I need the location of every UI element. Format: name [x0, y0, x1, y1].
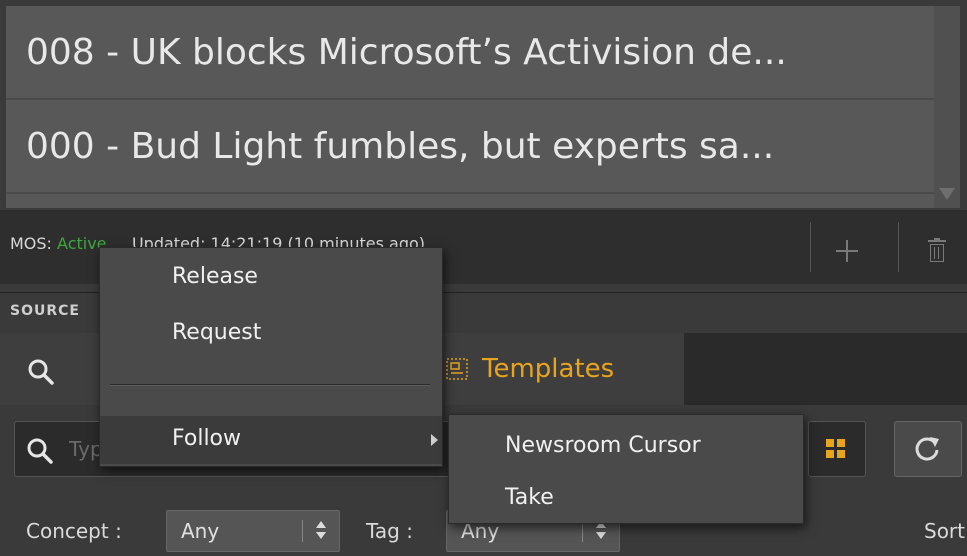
divider	[810, 222, 811, 272]
menu-item-label: Follow	[172, 426, 242, 451]
refresh-icon	[915, 437, 939, 461]
add-icon[interactable]	[836, 240, 858, 262]
grid-view-button[interactable]	[808, 421, 866, 477]
submenu-item-take[interactable]: Take	[449, 475, 803, 523]
refresh-button[interactable]	[894, 421, 962, 477]
templates-icon	[446, 358, 468, 380]
menu-separator	[110, 384, 430, 386]
tag-label: Tag :	[366, 519, 413, 543]
menu-item-label: Release	[172, 264, 258, 289]
grid-icon	[826, 439, 846, 459]
menu-item-request[interactable]: Request	[100, 310, 442, 358]
mos-label: MOS:	[10, 234, 58, 253]
story-list: 008 - UK blocks Microsoft’s Activision d…	[6, 6, 934, 208]
story-row[interactable]: 008 - UK blocks Microsoft’s Activision d…	[6, 6, 934, 100]
trash-icon[interactable]	[928, 238, 946, 262]
context-menu: Release Request Follow	[99, 247, 443, 467]
submenu-item-newsroom-cursor[interactable]: Newsroom Cursor	[449, 423, 803, 471]
tab-templates[interactable]: Templates	[428, 333, 684, 405]
follow-submenu: Newsroom Cursor Take	[448, 414, 804, 524]
concept-label: Concept :	[26, 519, 122, 543]
source-label: SOURCE	[10, 303, 80, 319]
menu-item-label: Take	[505, 485, 554, 510]
tab-templates-label: Templates	[482, 354, 615, 384]
story-title: 000 - Bud Light fumbles, but experts sa.…	[26, 125, 775, 167]
menu-item-label: Request	[172, 320, 262, 345]
search-icon	[25, 436, 55, 466]
concept-select[interactable]: Any	[166, 510, 340, 552]
submenu-arrow-icon	[431, 434, 438, 446]
divider	[898, 222, 899, 272]
sort-label: Sort	[924, 519, 965, 543]
scroll-down-arrow-icon[interactable]	[939, 188, 955, 200]
menu-item-release[interactable]: Release	[100, 254, 442, 302]
concept-value: Any	[181, 519, 220, 543]
menu-item-label: Newsroom Cursor	[505, 433, 701, 458]
story-row[interactable]: 000 - Bud Light fumbles, but experts sa.…	[6, 100, 934, 194]
select-arrows-icon	[315, 519, 327, 543]
menu-item-follow[interactable]: Follow	[100, 416, 442, 464]
search-icon	[26, 357, 56, 387]
story-list-scrollbar[interactable]	[934, 6, 960, 208]
story-title: 008 - UK blocks Microsoft’s Activision d…	[26, 31, 787, 73]
